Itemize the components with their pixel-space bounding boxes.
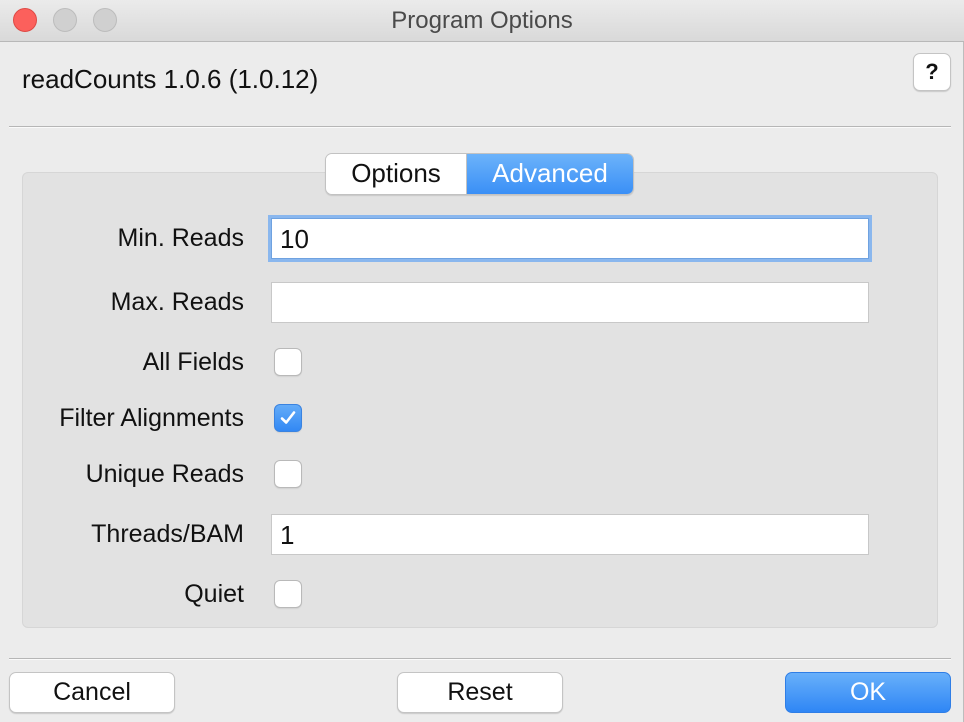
max-reads-input[interactable] xyxy=(271,282,869,323)
unique-reads-checkbox[interactable] xyxy=(274,460,302,488)
reset-button[interactable]: Reset xyxy=(397,672,563,713)
help-button[interactable]: ? xyxy=(913,53,951,91)
threads-bam-input[interactable]: 1 xyxy=(271,514,869,555)
min-reads-input[interactable]: 10 xyxy=(271,218,869,259)
quiet-label: Quiet xyxy=(184,580,244,608)
title-bar[interactable]: Program Options xyxy=(0,0,964,42)
max-reads-label: Max. Reads xyxy=(110,288,244,316)
tab-bar: Options Advanced xyxy=(325,153,634,195)
filter-alignments-checkbox[interactable] xyxy=(274,404,302,432)
checkmark-icon xyxy=(280,411,296,424)
window-title: Program Options xyxy=(391,7,573,34)
tab-options[interactable]: Options xyxy=(326,154,467,194)
ok-button[interactable]: OK xyxy=(785,672,951,713)
app-title: readCounts 1.0.6 (1.0.12) xyxy=(22,64,319,94)
program-options-window: Program Options readCounts 1.0.6 (1.0.12… xyxy=(0,0,964,722)
all-fields-checkbox[interactable] xyxy=(274,348,302,376)
footer-divider xyxy=(9,658,951,660)
filter-alignments-label: Filter Alignments xyxy=(59,404,244,432)
all-fields-label: All Fields xyxy=(142,348,244,376)
cancel-button[interactable]: Cancel xyxy=(9,672,175,713)
min-reads-label: Min. Reads xyxy=(117,224,244,252)
quiet-checkbox[interactable] xyxy=(274,580,302,608)
header-divider xyxy=(9,126,951,128)
tab-advanced[interactable]: Advanced xyxy=(467,154,633,194)
threads-bam-label: Threads/BAM xyxy=(91,520,244,548)
unique-reads-label: Unique Reads xyxy=(85,460,244,488)
